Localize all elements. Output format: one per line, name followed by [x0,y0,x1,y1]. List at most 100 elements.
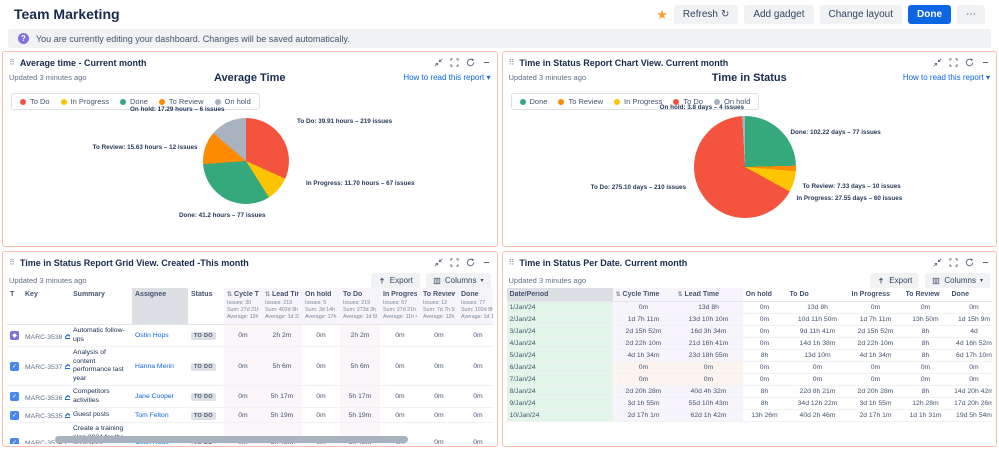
sort-icon[interactable]: ⇅ [678,291,683,298]
issue-summary[interactable]: Automatic follow-ups [70,325,132,347]
drag-handle-icon[interactable]: ⠿ [509,58,515,67]
column-header-done[interactable]: DoneIssues: 77Sum: 102d 8h 1mAverage: 1d… [458,288,493,325]
minimize-icon[interactable] [482,258,491,267]
assignee-link[interactable]: Jane Cooper [135,393,174,400]
add-gadget-button[interactable]: Add gadget [744,5,813,24]
issue-summary[interactable]: Competitors activities [70,386,132,408]
assignee-link[interactable]: Hanna Merin [135,363,174,370]
fullscreen-icon[interactable] [450,258,459,267]
time-value: 0m [224,325,262,347]
time-value: 0m [849,374,903,386]
time-value: 0m [903,362,949,374]
change-layout-button[interactable]: Change layout [820,5,903,24]
columns-button[interactable]: Columns▾ [426,273,491,288]
date-cell: 5/Jan/24 [507,350,613,362]
issue-summary[interactable]: Analysis of content performance last yea… [70,347,132,386]
column-header-done[interactable]: Done [949,288,993,302]
collapse-icon[interactable] [434,58,443,67]
favorite-star-icon[interactable]: ★ [656,8,668,21]
time-value: 1d 7h 11m [613,314,675,326]
issue-summary[interactable]: Guest posts [70,408,132,423]
column-header-cycle-time[interactable]: ⇅Cycle TimeIssues: 30Sum: 27d 21h 4mAver… [224,288,262,325]
legend-item[interactable]: To Do [20,97,50,106]
date-row: 6/Jan/240m0m0m0m0m0m0m [507,362,993,374]
column-header-status[interactable]: Status [188,288,224,325]
refresh-gadget-icon[interactable] [965,58,974,67]
issue-chart-icon[interactable] [65,413,70,420]
legend-item[interactable]: Done [520,97,548,106]
issue-type-icon: ✓ [10,438,19,444]
collapse-icon[interactable] [933,58,942,67]
column-header-to-review[interactable]: To ReviewIssues: 12Sum: 7d 7h 58mAverage… [420,288,458,325]
legend-item[interactable]: To Review [159,97,204,106]
legend-item[interactable]: In Progress [614,97,662,106]
refresh-gadget-icon[interactable] [965,258,974,267]
drag-handle-icon[interactable]: ⠿ [509,258,515,267]
columns-button[interactable]: Columns▾ [925,273,990,288]
fullscreen-icon[interactable] [949,258,958,267]
collapse-icon[interactable] [434,258,443,267]
issue-key[interactable]: MARC-3537 [25,364,62,371]
column-header-to-review[interactable]: To Review [903,288,949,302]
gadget-grid-view: ⠿ Time in Status Report Grid View. Creat… [2,251,498,447]
assignee-link[interactable]: Tom Felton [135,412,169,419]
legend-item[interactable]: On hold [215,97,251,106]
sort-icon[interactable]: ⇅ [265,291,270,298]
average-time-pie-chart[interactable] [203,118,289,204]
minimize-icon[interactable] [981,58,990,67]
issue-key[interactable]: MARC-3538 [25,334,62,341]
column-header-to-do[interactable]: To DoIssues: 219Sum: 273d 3h 4mAverage: … [340,288,380,325]
legend-item[interactable]: In Progress [61,97,109,106]
column-header-assignee[interactable]: Assignee [132,288,188,325]
column-header-key[interactable]: Key [22,288,70,325]
issue-chart-icon[interactable] [65,395,70,402]
horizontal-scrollbar[interactable] [55,436,408,443]
fullscreen-icon[interactable] [949,58,958,67]
sort-icon[interactable]: ⇅ [616,291,621,298]
export-button[interactable]: Export [371,273,420,288]
refresh-gadget-icon[interactable] [466,58,475,67]
time-value: 0m [380,325,420,347]
legend-item[interactable]: Done [120,97,148,106]
time-value: 8h [903,326,949,338]
issue-chart-icon[interactable] [65,334,70,341]
drag-handle-icon[interactable]: ⠿ [9,258,15,267]
date-row: 4/Jan/242d 22h 10m21d 16h 41m0m14d 1h 38… [507,338,993,350]
refresh-button[interactable]: Refresh↻ [674,5,738,24]
export-button[interactable]: Export [870,273,919,288]
column-header-in-progress[interactable]: In ProgressIssues: 67Sum: 27d 21h 4mAver… [380,288,420,325]
date-cell: 6/Jan/24 [507,362,613,374]
minimize-icon[interactable] [981,258,990,267]
time-value: 2d 15h 52m [849,326,903,338]
column-header-to-do[interactable]: To Do [787,288,849,302]
refresh-gadget-icon[interactable] [466,258,475,267]
time-value: 0m [420,347,458,386]
legend-item[interactable]: To Review [558,97,603,106]
column-header-lead-time[interactable]: ⇅Lead Time [675,288,743,302]
issue-row: ◆MARC-3538Automatic follow-upsOstin Hops… [7,325,493,347]
column-header-summary[interactable]: Summary [70,288,132,325]
column-header-t[interactable]: T [7,288,22,325]
time-in-status-pie-chart[interactable] [694,116,796,218]
time-value: 0m [949,362,993,374]
columns-icon [433,277,441,285]
issue-key[interactable]: MARC-3535 [25,413,62,420]
column-header-on-hold[interactable]: On hold [743,288,787,302]
column-header-cycle-time[interactable]: ⇅Cycle Time [613,288,675,302]
column-header-date-period[interactable]: Date/Period [507,288,613,302]
column-header-lead-time[interactable]: ⇅Lead TimeIssues: 219Sum: 402d 9h 27mAve… [262,288,302,325]
time-value: 2d 17h 1m [613,410,675,422]
more-button[interactable]: ⋯ [957,5,985,24]
issue-chart-icon[interactable] [65,364,70,371]
fullscreen-icon[interactable] [450,58,459,67]
minimize-icon[interactable] [482,58,491,67]
collapse-icon[interactable] [933,258,942,267]
column-header-in-progress[interactable]: In Progress [849,288,903,302]
issue-key[interactable]: MARC-3536 [25,395,62,402]
drag-handle-icon[interactable]: ⠿ [9,58,15,67]
column-header-on-hold[interactable]: On holdIssues: 5Sum: 3d 14h 27mAverage: … [302,288,340,325]
assignee-link[interactable]: Ostin Hops [135,332,169,339]
sort-icon[interactable]: ⇅ [227,291,232,298]
done-button[interactable]: Done [908,5,951,24]
time-value: 0m [743,374,787,386]
